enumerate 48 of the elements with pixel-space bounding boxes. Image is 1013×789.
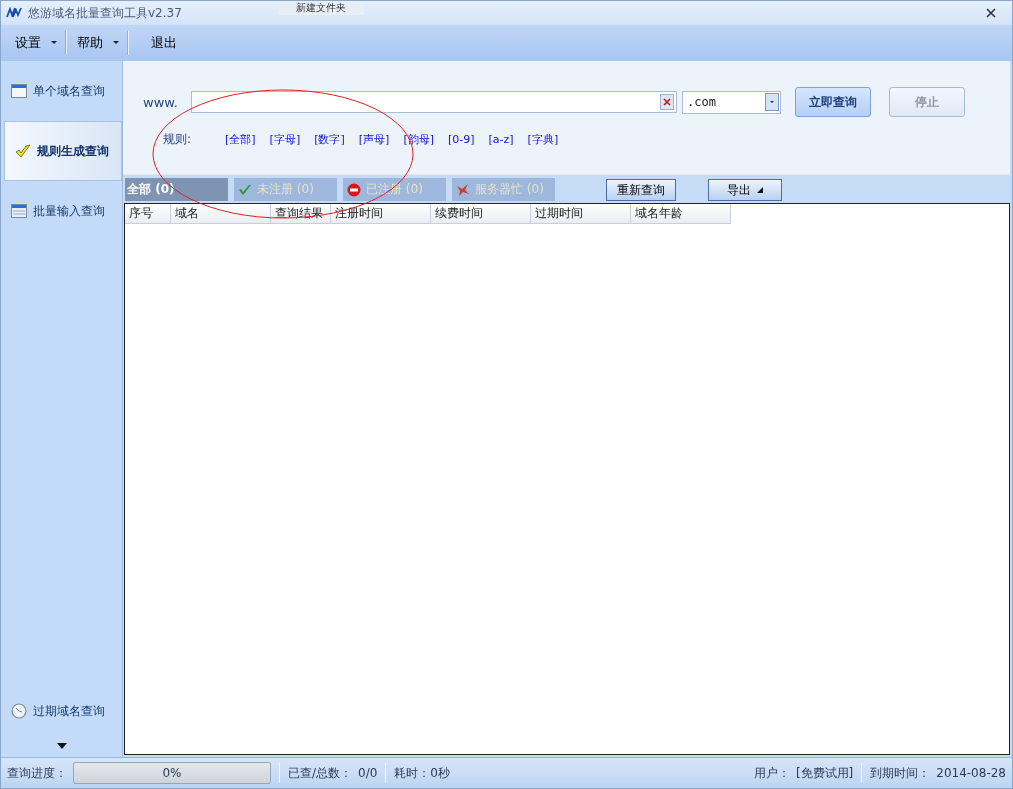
checkmark-icon [238,182,252,197]
progress-label: 查询进度： [7,764,67,782]
app-logo-icon [6,7,22,19]
sidebar-item[interactable]: 单个域名查询 [1,61,122,121]
action-button[interactable]: 导出 [708,179,782,201]
column-header[interactable]: 域名 [171,204,271,224]
rule-link[interactable]: [字典] [527,132,559,147]
expiry-date: 2014-08-28 [936,766,1006,780]
action-button[interactable]: 重新查询 [606,179,676,201]
query-button[interactable]: 立即查询 [795,87,871,117]
rule-link[interactable]: [声母] [358,132,390,147]
rule-link[interactable]: [韵母] [403,132,434,147]
www-prefix: www. [143,94,179,110]
elapsed-time: 耗时：0秒 [394,764,450,782]
menu-item[interactable]: 帮助 [69,30,127,56]
rule-link[interactable]: [字母] [269,132,301,147]
checked-label: 已查/总数： [288,764,353,782]
menu-item[interactable]: 设置 [7,30,65,56]
user-type: [免费试用] [795,764,854,782]
column-header[interactable]: 序号 [125,204,171,224]
checked-count: 0/0 [358,766,378,780]
scroll-down-icon[interactable] [56,743,67,749]
rule-link[interactable]: [全部] [225,132,256,147]
user-label: 用户： [753,764,790,782]
rule-link[interactable]: [数字] [314,132,345,147]
rule-link[interactable]: [a-z] [488,133,514,146]
folder-tooltip: 新建文件夹 [277,1,364,15]
no-entry-icon [347,182,361,197]
column-header[interactable]: 过期时间 [531,204,631,224]
column-header[interactable]: 续费时间 [431,204,531,224]
column-header[interactable]: 域名年龄 [631,204,731,224]
expiry-label: 到期时间： [870,764,931,782]
rules-label: 规则: [163,131,193,148]
checkmark-icon [15,143,31,159]
window-title: 悠游域名批量查询工具v2.37 [28,4,182,22]
sidebar-item[interactable]: 规则生成查询 [4,121,122,181]
close-icon[interactable] [986,8,996,18]
sidebar-item[interactable]: 批量输入查询 [1,181,122,241]
list-window-icon [11,204,27,218]
domain-input-field[interactable] [191,91,677,113]
sidebar-item[interactable]: 过期域名查询 [1,681,122,741]
clear-icon[interactable] [660,94,674,110]
rule-link[interactable]: [0-9] [447,133,475,146]
window-icon [11,84,27,98]
menu-item[interactable]: 退出 [143,30,185,56]
suffix-dropdown[interactable]: .com [682,90,781,114]
progress-bar: 0% [73,762,271,784]
clock-icon [11,703,27,719]
